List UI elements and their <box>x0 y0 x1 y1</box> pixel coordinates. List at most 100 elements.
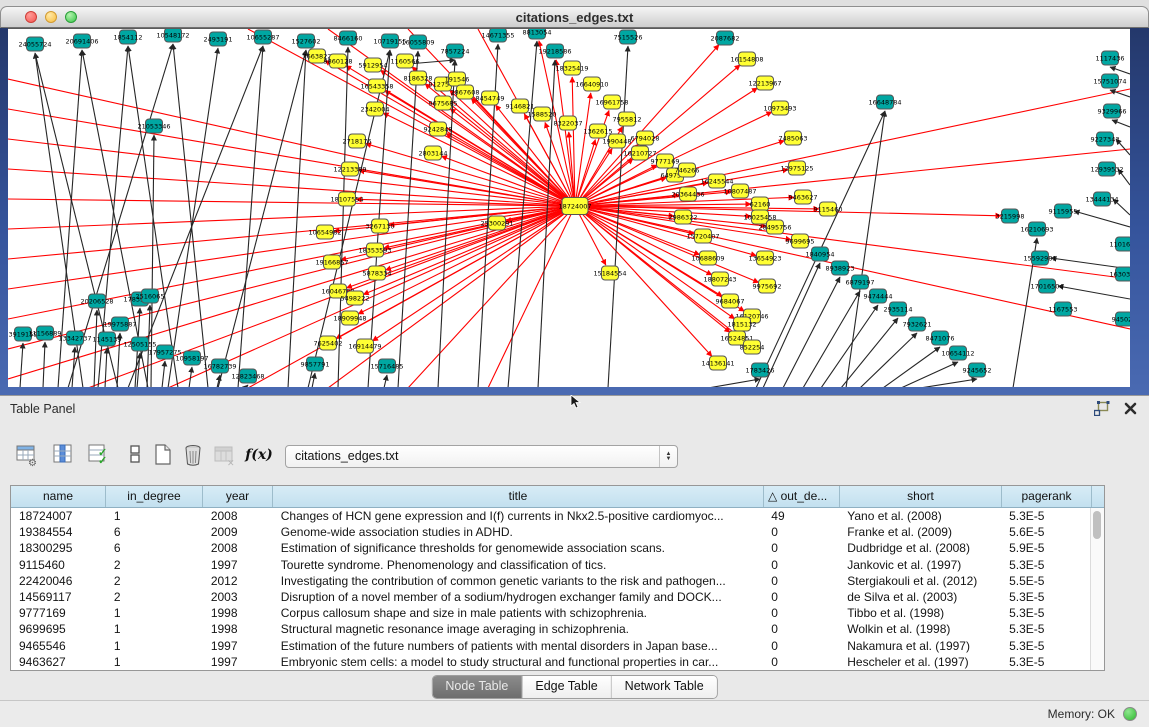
table-cell[interactable]: 0 <box>763 654 839 670</box>
network-node[interactable]: 21053346 <box>137 119 170 133</box>
network-node[interactable]: 8813054 <box>523 29 552 39</box>
table-cell[interactable]: 1997 <box>203 557 273 573</box>
table-cell[interactable]: Hescheler et al. (1997) <box>839 654 1001 670</box>
table-cell[interactable]: de Silva et al. (2003) <box>839 589 1001 605</box>
network-node[interactable]: 18724007 <box>558 198 591 215</box>
network-node[interactable]: 19975887 <box>103 317 136 331</box>
network-node[interactable]: 9463627 <box>789 190 818 204</box>
network-node[interactable]: 9975692 <box>753 279 782 293</box>
table-cell[interactable]: Nakamura et al. (1997) <box>839 638 1001 654</box>
network-node[interactable]: 16543358 <box>360 79 393 93</box>
table-cell[interactable]: 2 <box>106 589 203 605</box>
table-cell[interactable]: Corpus callosum shape and size in male p… <box>273 605 764 621</box>
table-cell[interactable]: Stergiakouli et al. (2012) <box>839 573 1001 589</box>
network-node[interactable]: 9329966 <box>1098 104 1127 118</box>
network-node[interactable]: 24055724 <box>18 37 51 51</box>
table-cell[interactable]: Jankovic et al. (1997) <box>839 557 1001 573</box>
scrollbar-thumb[interactable] <box>1093 511 1101 539</box>
network-node[interactable]: 10807487 <box>723 184 756 198</box>
table-cell[interactable]: 5.9E-5 <box>1001 540 1091 556</box>
network-node[interactable]: 18909948 <box>333 311 366 325</box>
table-cell[interactable]: 5.3E-5 <box>1001 621 1091 637</box>
network-node[interactable]: 14671355 <box>481 29 514 42</box>
network-node[interactable]: 10654112 <box>941 346 974 360</box>
network-node[interactable]: 7955812 <box>613 112 642 126</box>
network-node[interactable]: 15592981 <box>1023 251 1056 265</box>
table-cell[interactable]: Genome-wide association studies in ADHD. <box>273 524 764 540</box>
network-node[interactable]: 13444134 <box>1085 192 1118 206</box>
network-node[interactable]: 1167553 <box>1049 302 1078 316</box>
table-cell[interactable]: Yano et al. (2008) <box>839 508 1001 524</box>
network-node[interactable]: 1527602 <box>292 34 321 48</box>
new-file-icon[interactable] <box>150 442 176 468</box>
table-cell[interactable]: 1 <box>106 621 203 637</box>
table-cell[interactable]: 9463627 <box>11 654 106 670</box>
network-node[interactable]: 9857791 <box>301 357 330 371</box>
table-cell[interactable]: Estimation of the future numbers of pati… <box>273 638 764 654</box>
table-cell[interactable]: Estimation of significance thresholds fo… <box>273 540 764 556</box>
network-node[interactable]: 62160 <box>750 197 771 211</box>
table-cell[interactable]: Changes of HCN gene expression and I(f) … <box>273 508 764 524</box>
network-node[interactable]: 10548172 <box>156 29 189 42</box>
select-columns-icon[interactable] <box>50 442 76 468</box>
network-node[interactable]: 10973493 <box>763 101 796 115</box>
tab-network-table[interactable]: Network Table <box>612 676 717 698</box>
network-node[interactable]: 16914479 <box>348 339 381 353</box>
network-node[interactable]: 16648784 <box>868 95 901 109</box>
table-cell[interactable]: 1997 <box>203 654 273 670</box>
network-canvas[interactable]: 2405572420691406185411210548172249319110… <box>8 28 1130 387</box>
network-node[interactable]: 16245544 <box>700 174 733 188</box>
table-cell[interactable]: 6 <box>106 540 203 556</box>
network-node[interactable]: 16961758 <box>595 95 628 109</box>
table-cell[interactable]: 22420046 <box>11 573 106 589</box>
network-node[interactable]: 852254 <box>740 340 765 354</box>
table-cell[interactable]: Disruption of a novel member of a sodium… <box>273 589 764 605</box>
table-cell[interactable]: Franke et al. (2009) <box>839 524 1001 540</box>
table-vertical-scrollbar[interactable] <box>1090 508 1104 670</box>
network-node[interactable]: 7485063 <box>779 131 808 145</box>
table-row[interactable]: 946554611997Estimation of the future num… <box>11 638 1091 654</box>
table-cell[interactable]: 0 <box>763 540 839 556</box>
network-node[interactable]: 15184554 <box>593 266 626 280</box>
tab-edge-table[interactable]: Edge Table <box>522 676 611 698</box>
column-header-in_degree[interactable]: in_degree <box>106 486 203 507</box>
table-cell[interactable]: Tibbo et al. (1998) <box>839 605 1001 621</box>
network-node[interactable]: 8471076 <box>926 331 955 345</box>
network-node[interactable]: 18807243 <box>703 272 736 286</box>
table-cell[interactable]: 1 <box>106 508 203 524</box>
network-node[interactable]: 13654923 <box>748 251 781 265</box>
column-header-pagerank[interactable]: pagerank <box>1002 486 1092 507</box>
table-cell[interactable]: Tourette syndrome. Phenomenology and cla… <box>273 557 764 573</box>
table-cell[interactable]: 2008 <box>203 508 273 524</box>
table-row[interactable]: 1872400712008Changes of HCN gene express… <box>11 508 1091 524</box>
table-cell[interactable]: 1 <box>106 605 203 621</box>
network-node[interactable]: 15751074 <box>1093 74 1126 88</box>
network-node[interactable]: 1783426 <box>746 363 775 377</box>
network-node[interactable]: 1990448 <box>603 134 632 148</box>
network-node[interactable]: 6879197 <box>846 275 875 289</box>
table-cell[interactable]: Dudbridge et al. (2008) <box>839 540 1001 556</box>
column-header-short[interactable]: short <box>840 486 1002 507</box>
table-cell[interactable]: 49 <box>763 508 839 524</box>
network-node[interactable]: 3267130 <box>366 219 395 233</box>
network-node[interactable]: 9227343 <box>1091 132 1120 146</box>
table-cell[interactable]: 5.3E-5 <box>1001 589 1091 605</box>
network-node[interactable]: 10654982 <box>308 225 341 239</box>
table-cell[interactable]: 1 <box>106 638 203 654</box>
column-header-title[interactable]: title <box>273 486 764 507</box>
network-node[interactable]: 9242848 <box>424 122 453 136</box>
column-header-year[interactable]: year <box>203 486 273 507</box>
table-cell[interactable]: 9115460 <box>11 557 106 573</box>
network-node[interactable]: 5878334 <box>363 266 392 280</box>
network-node[interactable]: 9699695 <box>786 234 815 248</box>
table-row[interactable]: 1830029562008Estimation of significance … <box>11 540 1091 556</box>
table-cell[interactable]: 0 <box>763 589 839 605</box>
window-titlebar[interactable]: citations_edges.txt <box>0 6 1149 28</box>
tab-node-table[interactable]: Node Table <box>432 676 522 698</box>
network-node[interactable]: 7515526 <box>614 30 643 44</box>
network-node[interactable]: 1101654 <box>1110 237 1130 251</box>
table-cell[interactable]: 0 <box>763 638 839 654</box>
row-checks-icon[interactable]: ✓✓ <box>86 442 112 468</box>
network-selector-dropdown[interactable]: citations_edges.txt ▲▼ <box>285 445 678 468</box>
network-node[interactable]: 746266 <box>675 163 700 177</box>
